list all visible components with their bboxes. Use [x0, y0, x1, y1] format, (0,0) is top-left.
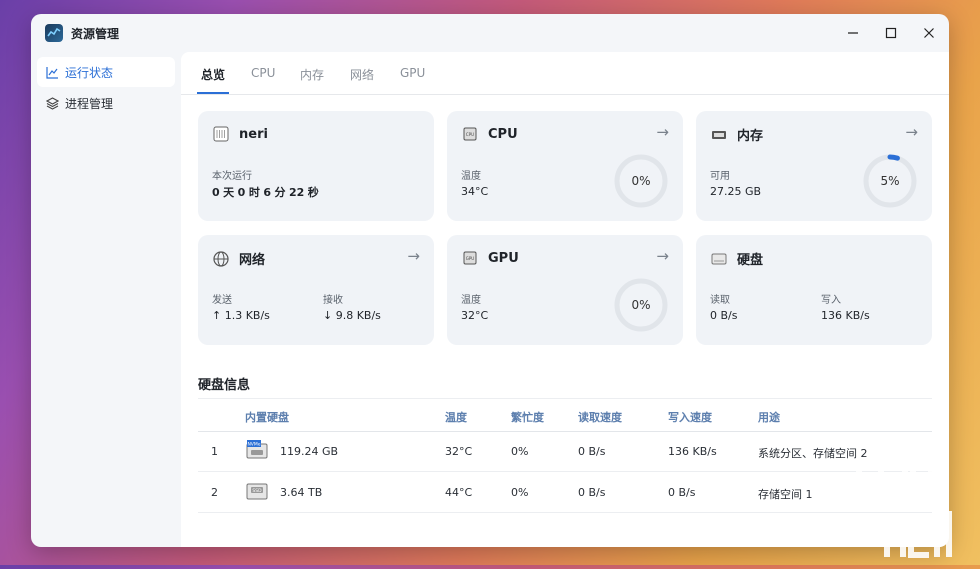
- arrow-right-icon[interactable]: →: [407, 247, 420, 265]
- column-header: 内置硬盘: [245, 411, 289, 424]
- disk-read-label: 读取: [710, 295, 730, 306]
- close-button[interactable]: [917, 22, 941, 44]
- cpu-usage-ring: 0%: [613, 153, 669, 209]
- tab-cpu[interactable]: CPU: [251, 66, 275, 80]
- column-header: 温度: [445, 411, 467, 424]
- disk-read: 0 B/s: [578, 445, 606, 458]
- disk-write: 0 B/s: [668, 486, 696, 499]
- app-icon: [45, 24, 63, 42]
- app-title: 资源管理: [71, 27, 120, 41]
- active-tab-indicator: [197, 92, 229, 94]
- host-name: neri: [239, 126, 268, 142]
- arrow-right-icon[interactable]: →: [656, 123, 669, 141]
- maximize-icon: [885, 27, 897, 39]
- table-row[interactable]: 1 NVMe 119.24 GB 32°C 0% 0 B/s 136 KB/s …: [198, 431, 932, 472]
- cpu-card[interactable]: CPU CPU → 温度 34°C 0%: [447, 111, 683, 221]
- disk-title: 硬盘: [737, 253, 764, 268]
- gpu-card[interactable]: GPU GPU → 温度 32°C 0%: [447, 235, 683, 345]
- network-card[interactable]: 网络 → 发送 ↑ 1.3 KB/s 接收 ↓ 9.8 KB/s: [198, 235, 434, 345]
- network-send-label: 发送: [212, 295, 232, 306]
- disk-write: 136 KB/s: [668, 445, 717, 458]
- minimize-icon: [848, 32, 858, 34]
- network-title: 网络: [239, 253, 266, 268]
- nvme-ssd-icon: NVMe: [246, 440, 268, 460]
- arrow-right-icon[interactable]: →: [656, 247, 669, 265]
- network-recv-label: 接收: [323, 295, 343, 306]
- gpu-usage-ring: 0%: [613, 277, 669, 333]
- disk-read: 0 B/s: [578, 486, 606, 499]
- sidebar-item-processes[interactable]: 进程管理: [37, 88, 175, 118]
- tab-overview[interactable]: 总览: [201, 66, 225, 83]
- disk-busy: 0%: [511, 445, 529, 458]
- column-header: 读取速度: [578, 411, 622, 424]
- svg-text:NVMe: NVMe: [247, 442, 260, 448]
- disk-size: 3.64 TB: [280, 486, 323, 499]
- svg-text:GPU: GPU: [466, 256, 475, 261]
- memory-card[interactable]: 内存 → 可用 27.25 GB 5%: [696, 111, 932, 221]
- row-index: 2: [211, 486, 218, 499]
- minimize-button[interactable]: [841, 22, 865, 44]
- cpu-temp-label: 温度: [461, 171, 481, 182]
- uptime-value: 0 天 0 时 6 分 22 秒: [212, 186, 319, 199]
- gpu-temp-label: 温度: [461, 295, 481, 306]
- computer-chip-icon: [212, 125, 230, 143]
- sidebar-item-status[interactable]: 运行状态: [37, 57, 175, 87]
- disk-usage: 系统分区、存储空间 2: [758, 447, 868, 460]
- network-icon: [212, 250, 230, 268]
- disk-usage: 存储空间 1: [758, 488, 813, 501]
- disk-icon: [710, 250, 728, 268]
- tab-bar: 总览 CPU 内存 网络 GPU: [181, 52, 949, 95]
- resource-manager-window: 资源管理 运行状态 进程管理 总览 CPU 内存 网络 GPU neri 本次运…: [31, 14, 949, 547]
- arrow-right-icon[interactable]: →: [905, 123, 918, 141]
- maximize-button[interactable]: [879, 22, 903, 44]
- sidebar-item-label: 进程管理: [65, 96, 114, 111]
- disk-busy: 0%: [511, 486, 529, 499]
- network-send-value: ↑ 1.3 KB/s: [212, 309, 270, 322]
- ram-icon: [710, 126, 728, 144]
- memory-usage-ring: 5%: [862, 153, 918, 209]
- sidebar: 运行状态 进程管理: [31, 52, 181, 547]
- table-row[interactable]: 2 SSD 3.64 TB 44°C 0% 0 B/s 0 B/s 存储空间 1: [198, 472, 932, 513]
- row-index: 1: [211, 445, 218, 458]
- column-header: 繁忙度: [511, 411, 544, 424]
- network-recv-value: ↓ 9.8 KB/s: [323, 309, 381, 322]
- disk-card: 硬盘 读取 0 B/s 写入 136 KB/s: [696, 235, 932, 345]
- disk-temp: 44°C: [445, 486, 473, 499]
- close-icon: [924, 28, 934, 38]
- gpu-icon: GPU: [461, 249, 479, 267]
- cpu-icon: CPU: [461, 125, 479, 143]
- disk-read-value: 0 B/s: [710, 309, 738, 322]
- titlebar: 资源管理: [31, 14, 949, 52]
- host-card: neri 本次运行 0 天 0 时 6 分 22 秒: [198, 111, 434, 221]
- chart-line-icon: [45, 65, 59, 79]
- gpu-usage-percent: 0%: [631, 298, 651, 312]
- uptime-label: 本次运行: [212, 171, 252, 182]
- tab-gpu[interactable]: GPU: [400, 66, 425, 80]
- disk-size: 119.24 GB: [280, 445, 339, 458]
- tab-network[interactable]: 网络: [350, 66, 374, 83]
- tab-memory[interactable]: 内存: [300, 66, 324, 83]
- svg-text:SSD: SSD: [252, 488, 262, 494]
- cpu-usage-percent: 0%: [631, 174, 651, 188]
- cpu-temp-value: 34°C: [461, 185, 489, 198]
- gpu-temp-value: 32°C: [461, 309, 489, 322]
- svg-text:CPU: CPU: [466, 132, 474, 137]
- disk-write-value: 136 KB/s: [821, 309, 870, 322]
- memory-title: 内存: [737, 129, 764, 144]
- ssd-icon: SSD: [246, 481, 268, 501]
- disk-temp: 32°C: [445, 445, 473, 458]
- memory-usage-percent: 5%: [880, 174, 900, 188]
- table-header: 内置硬盘 温度 繁忙度 读取速度 写入速度 用途: [198, 398, 932, 432]
- gpu-title: GPU: [488, 250, 519, 266]
- disk-write-label: 写入: [821, 295, 841, 306]
- column-header: 写入速度: [668, 411, 712, 424]
- sidebar-item-label: 运行状态: [65, 65, 114, 80]
- layers-icon: [45, 96, 59, 110]
- column-header: 用途: [758, 411, 780, 424]
- cpu-title: CPU: [488, 126, 518, 142]
- memory-available-value: 27.25 GB: [710, 185, 762, 198]
- memory-available-label: 可用: [710, 171, 730, 182]
- main-content: 总览 CPU 内存 网络 GPU neri 本次运行 0 天 0 时 6 分 2…: [181, 52, 949, 547]
- disk-info-title: 硬盘信息: [198, 378, 251, 393]
